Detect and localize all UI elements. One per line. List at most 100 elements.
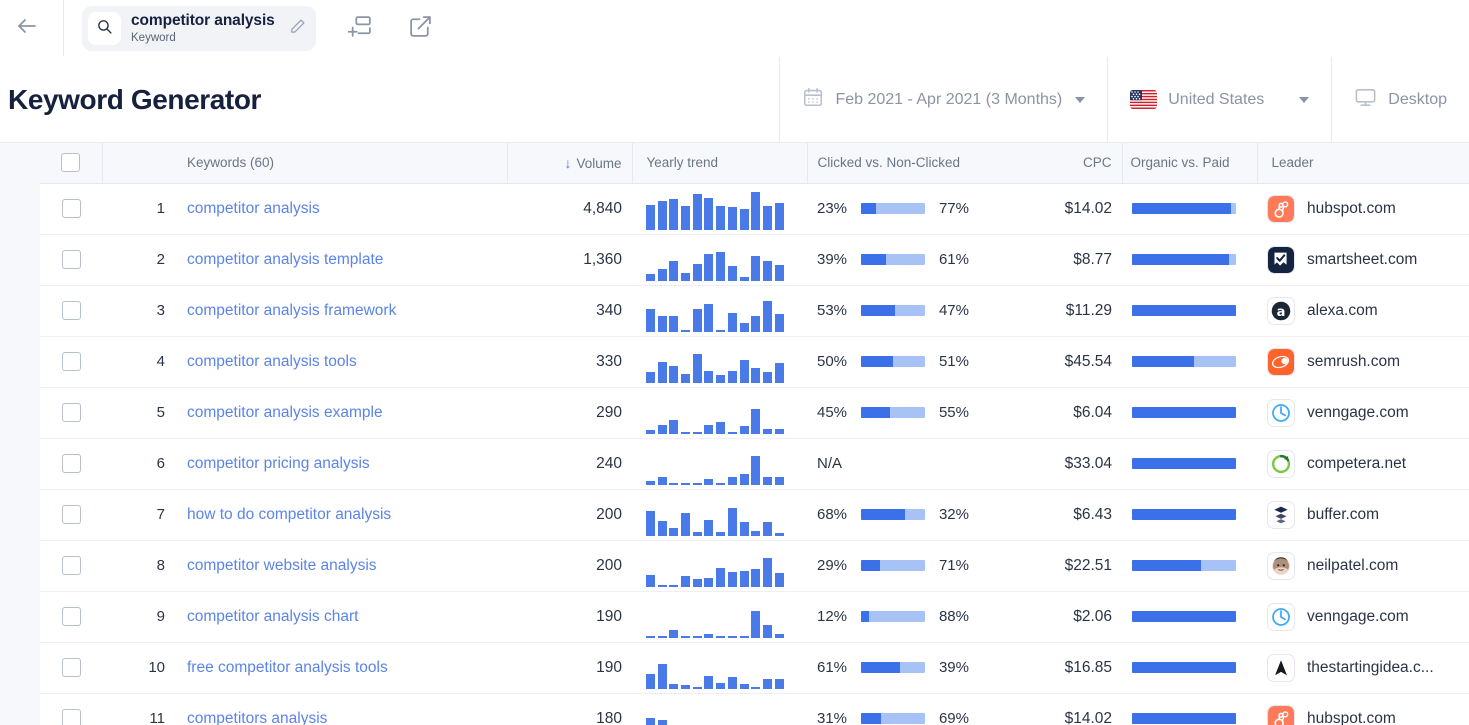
table-row[interactable]: 6 competitor pricing analysis 240 N/A $33.04… bbox=[40, 438, 1469, 490]
leader-domain[interactable]: smartsheet.com bbox=[1307, 251, 1417, 269]
semrush-favicon bbox=[1267, 347, 1295, 376]
row-checkbox[interactable] bbox=[61, 658, 81, 677]
leader-domain[interactable]: hubspot.com bbox=[1307, 200, 1396, 218]
sparkline-bar bbox=[646, 481, 655, 485]
select-all-checkbox[interactable] bbox=[61, 153, 81, 173]
cpc-header[interactable]: CPC bbox=[1012, 143, 1122, 184]
leader-domain[interactable]: thestartingidea.c... bbox=[1307, 659, 1434, 677]
chevron-down-icon bbox=[1075, 96, 1086, 103]
sparkline-bar bbox=[774, 678, 784, 689]
row-checkbox[interactable] bbox=[61, 199, 81, 218]
table-row[interactable]: 1 competitor analysis 4,840 23% 77% $14.02 hub… bbox=[40, 183, 1469, 235]
open-external-button[interactable] bbox=[404, 12, 438, 46]
cpc-cell: $8.77 bbox=[1012, 234, 1122, 286]
row-checkbox[interactable] bbox=[61, 403, 81, 422]
table-row[interactable]: 4 competitor analysis tools 330 50% 51% $45.5… bbox=[40, 336, 1469, 388]
keyword-link[interactable]: how to do competitor analysis bbox=[187, 506, 391, 523]
table-row[interactable]: 5 competitor analysis example 290 45% 55% $6.… bbox=[40, 387, 1469, 439]
table-row[interactable]: 9 competitor analysis chart 190 12% 88% $2.06… bbox=[40, 591, 1469, 643]
sparkline bbox=[642, 392, 797, 434]
keyword-link[interactable]: competitor analysis chart bbox=[187, 608, 358, 625]
sparkline-bar bbox=[762, 372, 772, 383]
table-row[interactable]: 2 competitor analysis template 1,360 39% 61%… bbox=[40, 234, 1469, 286]
row-checkbox[interactable] bbox=[61, 607, 81, 626]
hubspot-favicon bbox=[1267, 704, 1295, 725]
table-row[interactable]: 3 competitor analysis framework 340 53% 47% $… bbox=[40, 285, 1469, 337]
row-select-cell bbox=[40, 336, 102, 388]
sparkline-bar bbox=[739, 360, 749, 383]
volume-header[interactable]: ↓ Volume bbox=[506, 143, 632, 184]
add-to-list-button[interactable] bbox=[344, 12, 378, 46]
sparkline-bar bbox=[774, 533, 784, 536]
organic-cell bbox=[1122, 591, 1257, 643]
table-row[interactable]: 10 free competitor analysis tools 190 61% 39… bbox=[40, 642, 1469, 694]
rank-cell: 3 bbox=[102, 285, 177, 337]
sparkline-bar bbox=[681, 431, 691, 434]
leader-domain[interactable]: alexa.com bbox=[1307, 302, 1378, 320]
leader-header[interactable]: Leader bbox=[1256, 143, 1469, 184]
nonclicked-percent: 55% bbox=[938, 404, 969, 421]
neilpatel-favicon bbox=[1267, 551, 1295, 580]
keyword-link[interactable]: competitor website analysis bbox=[187, 557, 377, 574]
keywords-table: Keywords (60) ↓ Volume Yearly trend Click… bbox=[40, 143, 1469, 725]
country-label: United States bbox=[1168, 90, 1265, 108]
table-row[interactable]: 8 competitor website analysis 200 29% 71% $22… bbox=[40, 540, 1469, 592]
keyword-chip[interactable]: competitor analysis Keyword bbox=[82, 6, 316, 51]
keyword-link[interactable]: free competitor analysis tools bbox=[187, 659, 388, 676]
leader-domain[interactable]: neilpatel.com bbox=[1307, 557, 1398, 575]
edit-keyword-button[interactable] bbox=[289, 18, 306, 40]
country-selector[interactable]: United States bbox=[1107, 57, 1331, 142]
keyword-link[interactable]: competitors analysis bbox=[187, 710, 327, 725]
keyword-cell: competitors analysis bbox=[177, 693, 507, 725]
rank-cell: 4 bbox=[102, 336, 177, 388]
row-checkbox[interactable] bbox=[61, 250, 81, 269]
top-bar: competitor analysis Keyword bbox=[0, 0, 1469, 57]
sparkline-bar bbox=[739, 683, 749, 689]
keyword-link[interactable]: competitor analysis bbox=[187, 200, 320, 217]
keyword-cell: competitor analysis framework bbox=[177, 285, 507, 337]
leader-domain[interactable]: hubspot.com bbox=[1307, 710, 1396, 725]
keyword-link[interactable]: competitor analysis tools bbox=[187, 353, 357, 370]
row-checkbox[interactable] bbox=[61, 709, 81, 725]
organic-cell bbox=[1122, 234, 1257, 286]
sparkline-bar bbox=[704, 197, 714, 230]
table-row[interactable]: 7 how to do competitor analysis 200 68% 32% $… bbox=[40, 489, 1469, 541]
leader-domain[interactable]: competera.net bbox=[1307, 455, 1406, 473]
leader-domain[interactable]: venngage.com bbox=[1307, 404, 1409, 422]
keyword-link[interactable]: competitor analysis template bbox=[187, 251, 383, 268]
sparkline-bar bbox=[751, 455, 761, 485]
row-select-cell bbox=[40, 489, 102, 541]
sparkline-bar bbox=[739, 474, 749, 485]
sparkline-bar bbox=[716, 682, 726, 689]
sparkline-bar bbox=[692, 482, 702, 485]
row-checkbox[interactable] bbox=[61, 454, 81, 473]
back-button[interactable] bbox=[10, 12, 44, 46]
date-range-selector[interactable]: Feb 2021 - Apr 2021 (3 Months) bbox=[779, 57, 1107, 142]
clicked-na-label: N/A bbox=[817, 455, 843, 472]
keyword-link[interactable]: competitor analysis framework bbox=[187, 302, 396, 319]
keywords-header[interactable]: Keywords (60) bbox=[177, 143, 507, 184]
sparkline-bar bbox=[646, 674, 655, 689]
leader-domain[interactable]: buffer.com bbox=[1307, 506, 1379, 524]
cpc-cell: $6.43 bbox=[1012, 489, 1122, 541]
leader-domain[interactable]: semrush.com bbox=[1307, 353, 1400, 371]
row-checkbox[interactable] bbox=[61, 556, 81, 575]
organic-header[interactable]: Organic vs. Paid bbox=[1121, 143, 1257, 184]
yearly-trend-cell bbox=[632, 540, 807, 592]
device-selector[interactable]: Desktop bbox=[1331, 57, 1469, 142]
volume-cell: 190 bbox=[507, 591, 632, 643]
row-checkbox[interactable] bbox=[61, 301, 81, 320]
organic-bar bbox=[1132, 305, 1236, 316]
sparkline bbox=[642, 596, 797, 638]
row-checkbox[interactable] bbox=[61, 352, 81, 371]
keyword-link[interactable]: competitor pricing analysis bbox=[187, 455, 370, 472]
leader-domain[interactable]: venngage.com bbox=[1307, 608, 1409, 626]
topbar-divider bbox=[63, 0, 64, 56]
alexa-favicon: a bbox=[1267, 296, 1295, 325]
yearly-trend-header[interactable]: Yearly trend bbox=[631, 143, 807, 184]
table-row[interactable]: 11 competitors analysis 180 31% 69% $14.02 hub… bbox=[40, 693, 1469, 725]
clicked-bar bbox=[861, 305, 925, 316]
keyword-link[interactable]: competitor analysis example bbox=[187, 404, 383, 421]
row-checkbox[interactable] bbox=[61, 505, 81, 524]
clicked-header[interactable]: Clicked vs. Non-Clicked bbox=[806, 143, 1012, 184]
